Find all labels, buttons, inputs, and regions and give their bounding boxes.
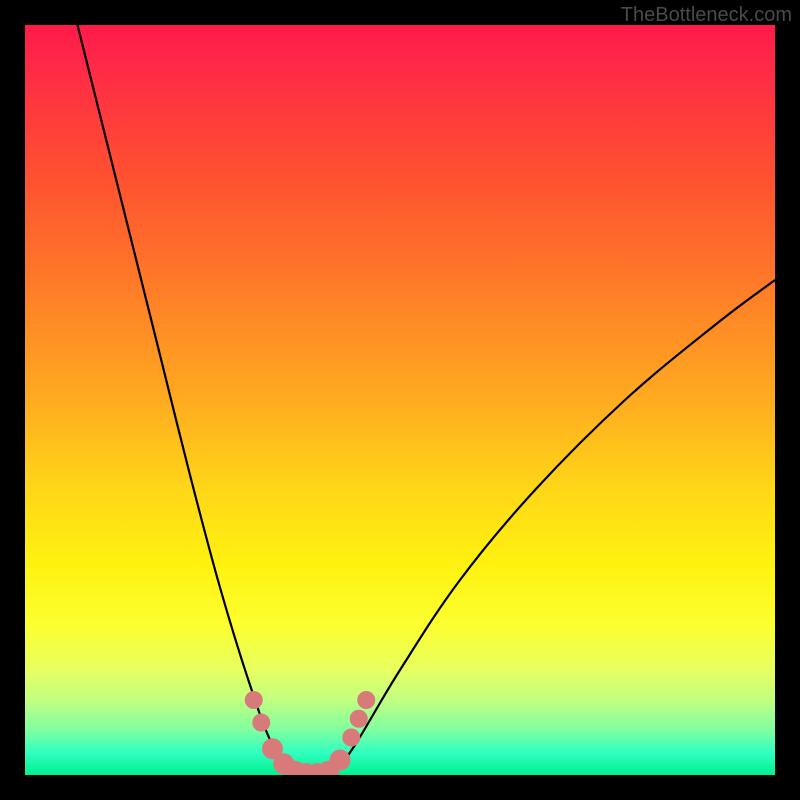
data-marker	[252, 714, 270, 732]
left-curve	[78, 25, 296, 775]
data-marker	[350, 710, 368, 728]
right-curve	[333, 280, 776, 775]
data-marker	[357, 691, 375, 709]
chart-svg	[25, 25, 775, 775]
data-marker	[245, 691, 263, 709]
data-marker	[330, 750, 351, 771]
watermark-text: TheBottleneck.com	[621, 4, 792, 27]
curve-layer	[78, 25, 776, 775]
data-marker	[342, 729, 360, 747]
marker-layer	[245, 691, 376, 775]
